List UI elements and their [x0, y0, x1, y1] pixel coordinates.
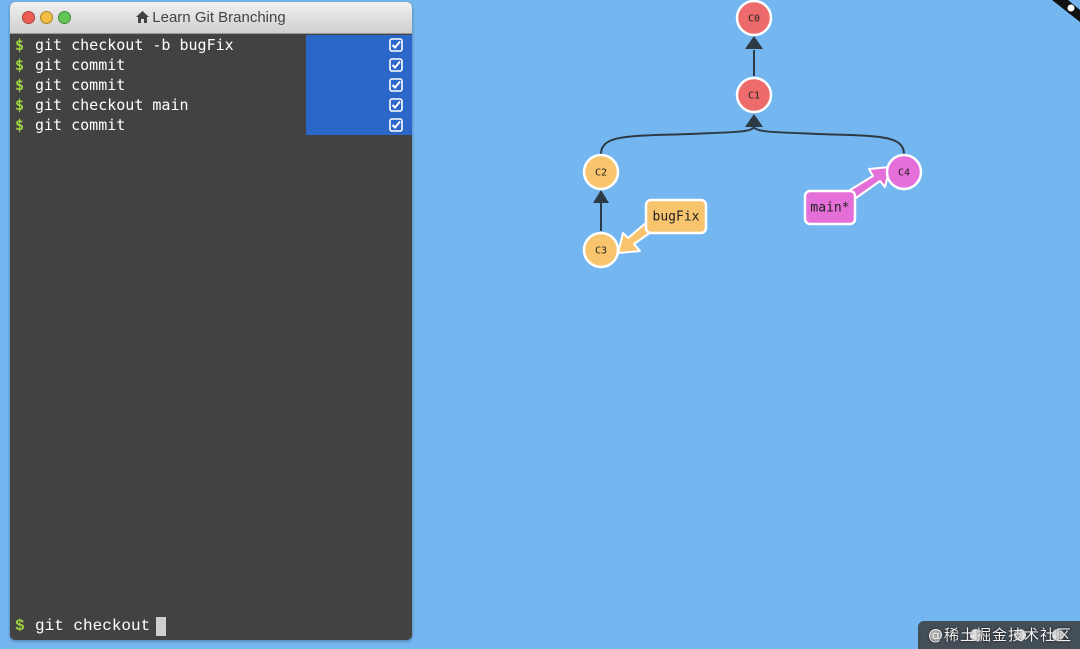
corner-ribbon[interactable] — [1044, 0, 1080, 22]
commit-c1[interactable]: C1 — [735, 76, 773, 114]
branch-name-main: main* — [810, 201, 849, 216]
arrowhead-c1 — [745, 114, 763, 127]
branch-label-bugfix[interactable]: bugFix — [644, 198, 708, 235]
arrowhead-c2 — [593, 190, 609, 203]
commit-label-c3: C3 — [595, 246, 607, 257]
commit-graph: C0 C1 C2 C3 C4 bugFix main* — [582, 0, 923, 269]
edge-arrowheads — [593, 36, 763, 203]
branch-label-main[interactable]: main* — [803, 189, 857, 226]
commit-c2[interactable]: C2 — [582, 153, 620, 191]
commit-label-c1: C1 — [748, 91, 760, 102]
edge-c4-c1 — [753, 126, 905, 155]
main-branch-arrow — [849, 166, 891, 199]
commit-c3[interactable]: C3 — [582, 231, 620, 269]
commit-c4[interactable]: C4 — [885, 153, 923, 191]
commit-c0[interactable]: C0 — [735, 0, 773, 37]
watermark-text: @稀土掘金技术社区 — [928, 626, 1073, 644]
watermark-bar: @稀土掘金技术社区 — [918, 621, 1080, 649]
arrowhead-c0 — [745, 36, 763, 49]
commit-label-c0: C0 — [748, 14, 760, 25]
edge-c2-c1 — [600, 126, 755, 155]
commit-label-c2: C2 — [595, 168, 607, 179]
commit-label-c4: C4 — [898, 168, 910, 179]
branch-name-bugfix: bugFix — [653, 210, 700, 225]
